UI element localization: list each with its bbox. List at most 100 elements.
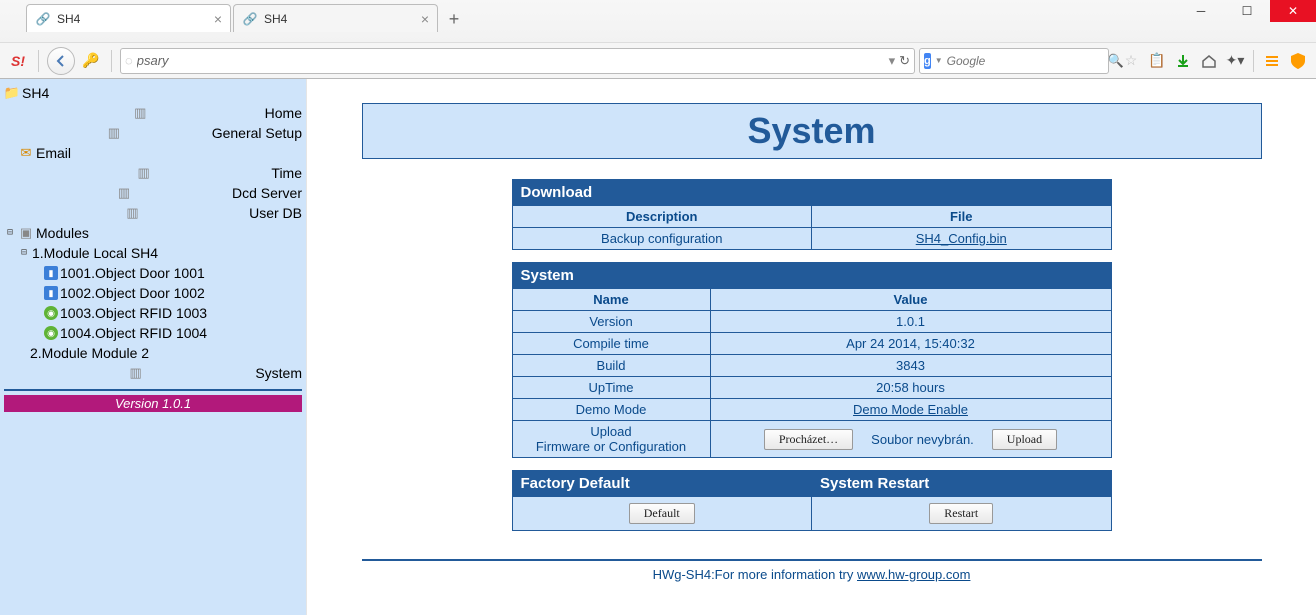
sidebar-item-module-2[interactable]: 2.Module Module 2: [4, 343, 302, 363]
sidebar-item-user-db[interactable]: ▥User DB: [4, 203, 302, 223]
section-header: Factory Default: [513, 471, 812, 496]
folder-icon: 📁: [4, 85, 20, 101]
bookmark-star-icon[interactable]: ☆: [1119, 49, 1143, 73]
sidebar-item-label: Dcd Server: [232, 183, 302, 203]
separator: [111, 50, 112, 72]
collapse-icon[interactable]: ⊟: [18, 243, 30, 263]
footer-separator: [362, 559, 1262, 561]
row-name: Compile time: [513, 333, 710, 354]
collapse-icon[interactable]: ⊟: [4, 223, 16, 243]
door-icon: ▮: [44, 266, 58, 280]
row-name: Version: [513, 311, 710, 332]
new-tab-button[interactable]: +: [440, 6, 468, 32]
separator: [1253, 50, 1254, 72]
url-input[interactable]: [137, 53, 885, 68]
column-header: Value: [711, 289, 1111, 310]
sidebar-item-rfid-1003[interactable]: ◉1003.Object RFID 1003: [4, 303, 302, 323]
tree-label: SH4: [22, 83, 49, 103]
upload-button[interactable]: Upload: [992, 429, 1057, 450]
column-header: File: [812, 206, 1111, 227]
home-icon[interactable]: [1197, 49, 1221, 73]
dropdown-icon[interactable]: ▼: [935, 56, 943, 65]
sidebar-item-label: 1003.Object RFID 1003: [60, 303, 207, 323]
sidebar-item-label: Email: [36, 143, 71, 163]
page-icon: ▥: [18, 205, 247, 221]
file-status: Soubor nevybrán.: [871, 432, 974, 447]
rfid-icon: ◉: [44, 306, 58, 320]
page-title: System: [362, 103, 1262, 159]
footer-text: HWg-SH4:For more information try: [653, 567, 857, 582]
row-value: 20:58 hours: [711, 377, 1111, 398]
sidebar-item-module-1[interactable]: ⊟1.Module Local SH4: [4, 243, 302, 263]
row-name: Demo Mode: [513, 399, 710, 420]
download-file-link[interactable]: SH4_Config.bin: [916, 231, 1007, 246]
menu-icon[interactable]: [1260, 49, 1284, 73]
sidebar-item-door-1002[interactable]: ▮1002.Object Door 1002: [4, 283, 302, 303]
door-icon: ▮: [44, 286, 58, 300]
sidebar-item-label: System: [255, 363, 302, 383]
browser-navbar: S! 🔑 ◌ ▾ ↻ g ▼ 🔍 ☆ 📋 ✦▾: [0, 42, 1316, 78]
sidebar-item-label: 1004.Object RFID 1004: [60, 323, 207, 343]
dropdown-icon[interactable]: ▾: [889, 53, 896, 69]
footer-link[interactable]: www.hw-group.com: [857, 567, 970, 582]
sidebar-item-label: Time: [271, 163, 302, 183]
reload-button[interactable]: ↻: [899, 53, 910, 69]
sidebar-item-general-setup[interactable]: ▥General Setup: [4, 123, 302, 143]
tab-title: SH4: [264, 12, 415, 26]
download-icon[interactable]: [1171, 49, 1195, 73]
download-panel: Download Description File Backup configu…: [512, 179, 1112, 250]
google-icon: g: [924, 53, 931, 69]
link-icon: 🔗: [35, 11, 51, 27]
row-value: 3843: [711, 355, 1111, 376]
puzzle-icon[interactable]: ✦▾: [1223, 49, 1247, 73]
clipboard-icon[interactable]: 📋: [1145, 49, 1169, 73]
demo-mode-link[interactable]: Demo Mode Enable: [853, 402, 968, 417]
sidebar-item-email[interactable]: ✉Email: [4, 143, 302, 163]
browser-tabs: 🔗 SH4 × 🔗 SH4 × +: [0, 2, 1316, 32]
extension-icon[interactable]: S!: [6, 49, 30, 73]
column-header: Name: [513, 289, 710, 310]
default-button[interactable]: Default: [629, 503, 695, 524]
row-name: UpTime: [513, 377, 710, 398]
row-name: Build: [513, 355, 710, 376]
sidebar-item-rfid-1004[interactable]: ◉1004.Object RFID 1004: [4, 323, 302, 343]
sidebar-item-label: General Setup: [212, 123, 302, 143]
browser-chrome: ─ ☐ ✕ 🔗 SH4 × 🔗 SH4 × + S! 🔑 ◌ ▾ ↻: [0, 0, 1316, 79]
search-input[interactable]: [947, 54, 1104, 68]
sidebar-item-label: Home: [265, 103, 302, 123]
back-button[interactable]: [47, 47, 75, 75]
section-header: Download: [513, 180, 1111, 205]
tab-close-icon[interactable]: ×: [214, 11, 222, 27]
download-description: Backup configuration: [513, 228, 812, 249]
sidebar-item-system[interactable]: ▥System: [4, 363, 302, 383]
column-header: Description: [513, 206, 812, 227]
sidebar-item-dcd-server[interactable]: ▥Dcd Server: [4, 183, 302, 203]
shield-icon[interactable]: [1286, 49, 1310, 73]
system-panel: System Name Value Version1.0.1 Compile t…: [512, 262, 1112, 458]
section-header: System: [513, 263, 1111, 288]
tab-close-icon[interactable]: ×: [421, 11, 429, 27]
sidebar-item-label: 1.Module Local SH4: [32, 243, 158, 263]
browser-tab-2[interactable]: 🔗 SH4 ×: [233, 4, 438, 32]
globe-icon: ◌: [125, 53, 133, 68]
sidebar-separator: [4, 389, 302, 391]
sidebar: 📁SH4 ▥Home ▥General Setup ✉Email ▥Time ▥…: [0, 79, 307, 615]
key-icon[interactable]: 🔑: [79, 49, 103, 73]
sidebar-item-modules[interactable]: ⊟▣Modules: [4, 223, 302, 243]
sidebar-item-time[interactable]: ▥Time: [4, 163, 302, 183]
sidebar-item-home[interactable]: ▥Home: [4, 103, 302, 123]
restart-button[interactable]: Restart: [929, 503, 993, 524]
tree-root[interactable]: 📁SH4: [4, 83, 302, 103]
sidebar-item-label: 1002.Object Door 1002: [60, 283, 205, 303]
browse-button[interactable]: Procházet…: [764, 429, 853, 450]
url-bar[interactable]: ◌ ▾ ↻: [120, 48, 915, 74]
page-icon: ▥: [18, 365, 253, 381]
browser-tab-1[interactable]: 🔗 SH4 ×: [26, 4, 231, 32]
sidebar-item-label: User DB: [249, 203, 302, 223]
search-bar[interactable]: g ▼ 🔍: [919, 48, 1109, 74]
separator: [38, 50, 39, 72]
sidebar-item-door-1001[interactable]: ▮1001.Object Door 1001: [4, 263, 302, 283]
page-title-text: System: [363, 110, 1261, 152]
page-icon: ▥: [18, 105, 263, 121]
row-value: Apr 24 2014, 15:40:32: [711, 333, 1111, 354]
